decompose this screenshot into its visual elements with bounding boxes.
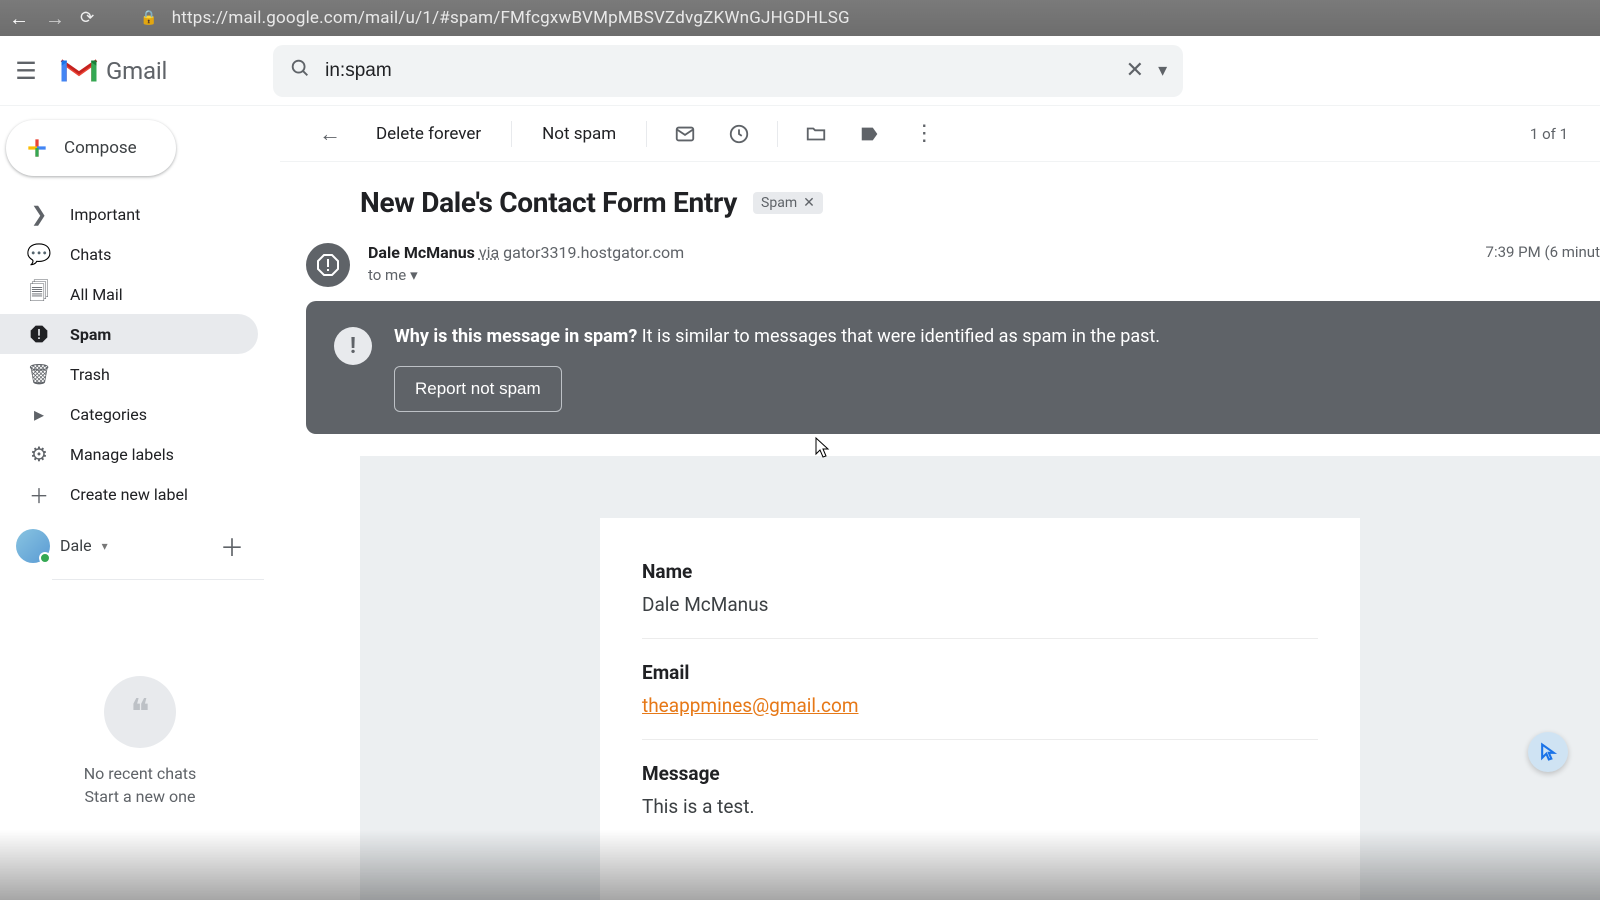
floating-cursor-badge — [1528, 732, 1568, 772]
sender-via: via — [479, 243, 499, 262]
labels-icon[interactable] — [848, 112, 892, 156]
sidebar-item-important[interactable]: ❯ Important — [0, 194, 258, 234]
sidebar-item-create-label[interactable]: ＋ Create new label — [0, 474, 258, 514]
sidebar-item-spam[interactable]: Spam — [0, 314, 258, 354]
recipient-details-icon[interactable]: ▾ — [410, 266, 418, 284]
remove-label-icon[interactable]: ✕ — [803, 195, 815, 211]
spam-banner: ! Why is this message in spam? It is sim… — [306, 301, 1600, 434]
content-area: ← Delete forever Not spam ⋮ 1 of 1 New — [280, 106, 1600, 900]
forward-icon: → — [44, 6, 66, 31]
quote-bubble-icon: ❝ — [104, 676, 176, 748]
lock-icon: 🔒 — [140, 10, 157, 26]
divider — [642, 739, 1318, 740]
browser-chrome: ← → ⟳ 🔒 https://mail.google.com/mail/u/1… — [0, 0, 1600, 36]
hangouts-empty-line1: No recent chats — [84, 764, 197, 783]
field-label-message: Message — [642, 762, 1318, 785]
divider — [52, 579, 264, 580]
mark-unread-icon[interactable] — [663, 112, 707, 156]
field-label-email: Email — [642, 661, 1318, 684]
separator — [511, 121, 512, 147]
back-to-list-button[interactable]: ← — [308, 112, 352, 156]
sidebar-item-label: Categories — [70, 405, 147, 424]
spam-icon — [28, 324, 50, 344]
reload-icon[interactable]: ⟳ — [80, 8, 94, 28]
email-subject: New Dale's Contact Form Entry — [360, 186, 737, 219]
field-value-name: Dale McManus — [642, 593, 1318, 616]
categories-icon: ▸ — [28, 402, 50, 426]
sidebar-item-categories[interactable]: ▸ Categories — [0, 394, 258, 434]
email-body: Name Dale McManus Email theappmines@gmai… — [360, 456, 1600, 900]
app-header: ☰ Gmail ✕ ▾ — [0, 36, 1600, 106]
compose-button[interactable]: Compose — [6, 120, 176, 176]
form-card: Name Dale McManus Email theappmines@gmai… — [600, 518, 1360, 900]
main-menu-icon[interactable]: ☰ — [12, 57, 40, 85]
chevron-down-icon[interactable]: ▾ — [102, 539, 108, 553]
sender-domain: gator3319.hostgator.com — [503, 243, 684, 262]
search-box[interactable]: ✕ ▾ — [273, 45, 1183, 97]
divider — [642, 638, 1318, 639]
spam-banner-explanation: It is similar to messages that were iden… — [637, 326, 1160, 347]
gear-icon: ⚙ — [28, 442, 50, 466]
sidebar-item-trash[interactable]: 🗑 Trash — [0, 354, 258, 394]
sidebar: Compose ❯ Important 💬 Chats 🗐 All Mail S… — [0, 106, 280, 900]
clear-search-icon[interactable]: ✕ — [1126, 58, 1144, 83]
not-spam-button[interactable]: Not spam — [528, 124, 630, 144]
sidebar-item-label: All Mail — [70, 285, 123, 304]
gmail-logo[interactable]: Gmail — [58, 55, 167, 87]
sidebar-item-label: Important — [70, 205, 140, 224]
compose-plus-icon — [24, 135, 50, 161]
sender-avatar-spam-icon — [306, 243, 350, 287]
sidebar-item-label: Manage labels — [70, 445, 174, 464]
new-chat-icon[interactable]: ＋ — [220, 528, 244, 563]
message-toolbar: ← Delete forever Not spam ⋮ 1 of 1 — [280, 106, 1600, 162]
plus-icon: ＋ — [28, 480, 50, 509]
label-chip-spam[interactable]: Spam ✕ — [753, 192, 823, 214]
all-mail-icon: 🗐 — [28, 277, 50, 311]
snooze-icon[interactable] — [717, 112, 761, 156]
compose-label: Compose — [64, 138, 137, 158]
recipient-line: to me — [368, 266, 406, 284]
presence-dot — [39, 552, 51, 564]
sidebar-item-label: Spam — [70, 325, 111, 344]
field-value-email-link[interactable]: theappmines@gmail.com — [642, 694, 859, 717]
important-icon: ❯ — [28, 202, 50, 226]
separator — [777, 121, 778, 147]
move-to-icon[interactable] — [794, 112, 838, 156]
sender-name: Dale McManus — [368, 243, 475, 262]
spam-banner-question: Why is this message in spam? — [394, 326, 637, 347]
hangouts-empty-line2[interactable]: Start a new one — [85, 787, 196, 806]
trash-icon: 🗑 — [28, 362, 50, 386]
search-icon[interactable] — [289, 57, 311, 85]
sidebar-item-label: Trash — [70, 365, 110, 384]
field-label-name: Name — [642, 560, 1318, 583]
avatar — [16, 529, 50, 563]
search-options-icon[interactable]: ▾ — [1158, 60, 1167, 81]
gmail-m-icon — [58, 55, 100, 87]
hangouts-username: Dale — [60, 536, 92, 555]
sidebar-item-label: Create new label — [70, 485, 188, 504]
search-input[interactable] — [325, 60, 1112, 82]
hangouts-empty-state: ❝ No recent chats Start a new one — [0, 676, 280, 806]
gmail-wordmark: Gmail — [106, 57, 167, 85]
message-timestamp: 7:39 PM (6 minut — [1486, 243, 1600, 261]
sidebar-item-chats[interactable]: 💬 Chats — [0, 234, 258, 274]
label-chip-text: Spam — [761, 195, 797, 211]
field-value-message: This is a test. — [642, 795, 1318, 818]
separator — [646, 121, 647, 147]
message-position: 1 of 1 — [1530, 125, 1568, 143]
report-not-spam-button[interactable]: Report not spam — [394, 366, 562, 412]
sidebar-item-label: Chats — [70, 245, 111, 264]
warning-icon: ! — [334, 327, 372, 365]
more-icon[interactable]: ⋮ — [902, 112, 946, 156]
back-icon[interactable]: ← — [8, 6, 30, 31]
delete-forever-button[interactable]: Delete forever — [362, 124, 495, 144]
sidebar-item-all-mail[interactable]: 🗐 All Mail — [0, 274, 258, 314]
chats-icon: 💬 — [28, 242, 50, 266]
sidebar-item-manage-labels[interactable]: ⚙ Manage labels — [0, 434, 258, 474]
address-bar[interactable]: https://mail.google.com/mail/u/1/#spam/F… — [172, 8, 850, 28]
hangouts-user-row[interactable]: Dale ▾ ＋ — [0, 518, 280, 573]
